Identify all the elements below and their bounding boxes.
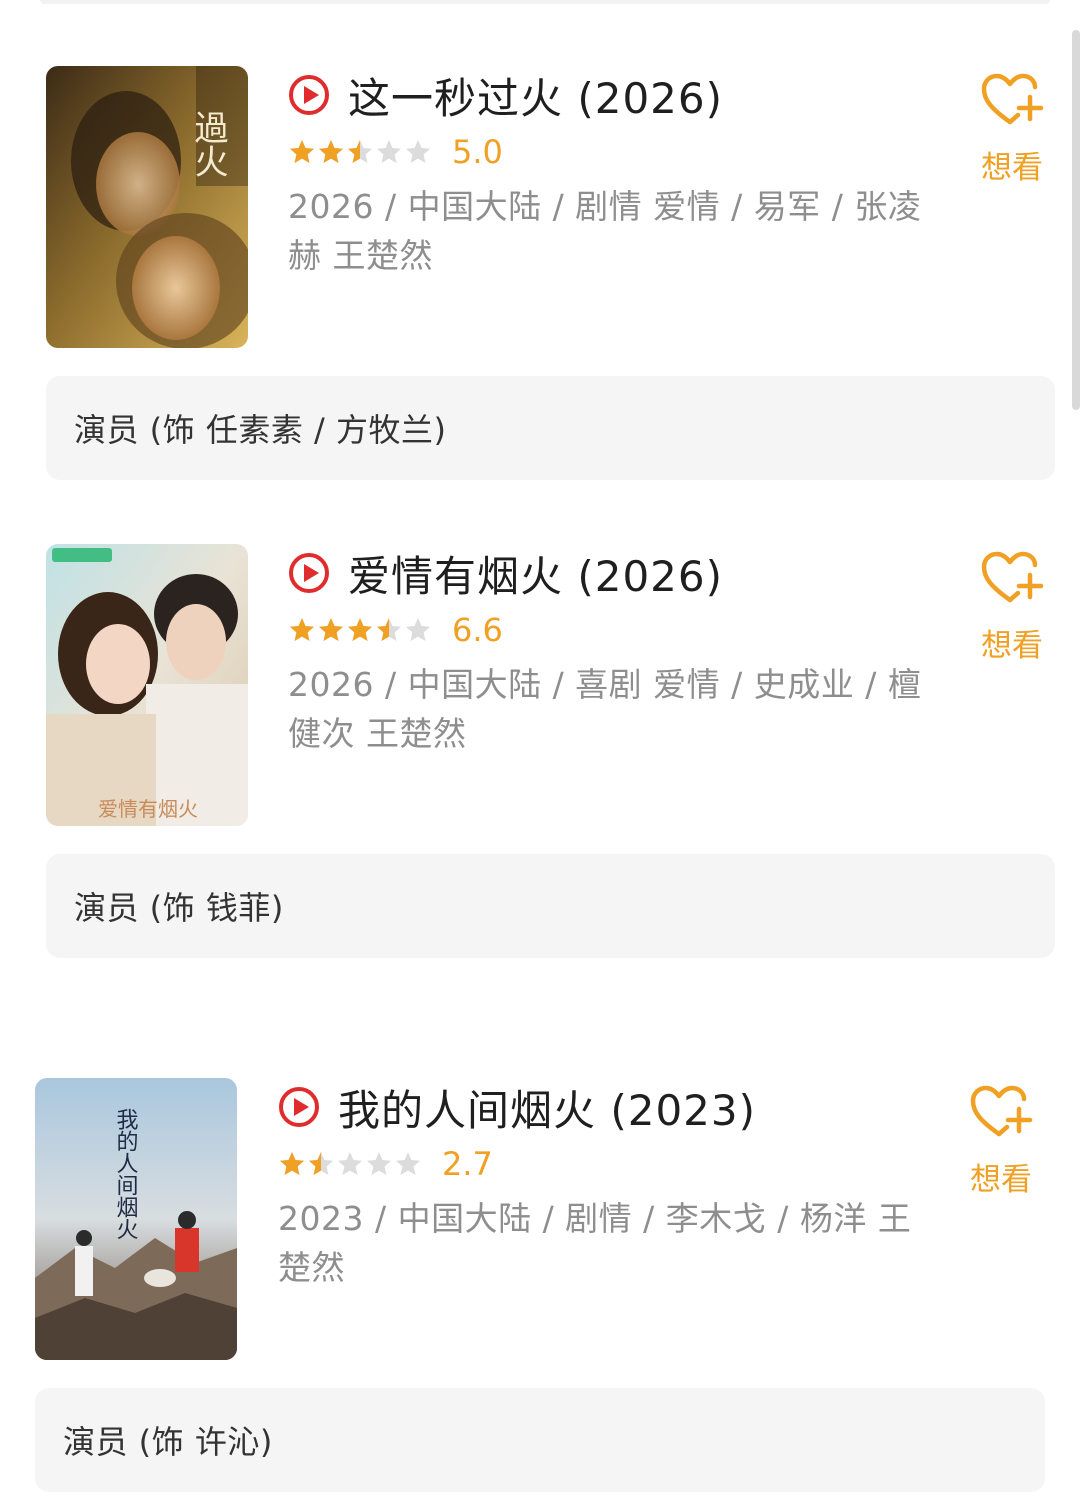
want-to-watch-button[interactable]: 想看 (961, 1084, 1041, 1199)
rating-score: 5.0 (452, 133, 503, 171)
movie-info: 这一秒过火 (2026) 5.0 2026 / 中国大陆 / 剧情 爱情 / 易… (288, 66, 928, 280)
star-half-icon (377, 618, 401, 641)
star-full-icon (319, 618, 343, 641)
movie-title[interactable]: 这一秒过火 (2026) (348, 65, 723, 126)
movie-info: 我的人间烟火 (2023) 2.7 2023 / 中国大陆 / 剧情 / 李木戈… (278, 1078, 918, 1292)
want-to-watch-button[interactable]: 想看 (972, 550, 1052, 665)
heart-plus-icon (970, 1085, 1033, 1137)
role-text: 演员 (饰 钱菲) (74, 889, 284, 927)
play-icon[interactable] (288, 74, 330, 116)
role-text: 演员 (饰 任素素 / 方牧兰) (74, 411, 447, 449)
movie-info: 爱情有烟火 (2026) 6.6 2026 / 中国大陆 / 喜剧 爱情 / 史… (288, 544, 928, 758)
role-info[interactable]: 演员 (饰 钱菲) (46, 854, 1055, 958)
star-full-icon (319, 140, 343, 163)
scrollbar[interactable] (1072, 30, 1080, 410)
want-to-watch-button[interactable]: 想看 (972, 72, 1052, 187)
role-info[interactable]: 演员 (饰 任素素 / 方牧兰) (46, 376, 1055, 480)
previous-card-edge (40, 0, 1050, 4)
play-icon[interactable] (278, 1086, 320, 1128)
poster-title-text: 過火 (188, 110, 228, 178)
poster-image: 過火 (46, 66, 248, 348)
poster-title-text: 爱情有烟火 (98, 797, 198, 821)
star-empty-icon (367, 1152, 391, 1175)
star-empty-icon (396, 1152, 420, 1175)
movie-poster[interactable]: 爱情有烟火 (46, 544, 248, 826)
rating-score: 6.6 (452, 611, 503, 649)
star-half-icon (348, 140, 372, 163)
heart-plus-icon (981, 73, 1044, 125)
want-to-watch-label: 想看 (981, 150, 1043, 186)
rating-score: 2.7 (442, 1145, 493, 1183)
want-to-watch-label: 想看 (981, 628, 1043, 664)
poster-image: 爱情有烟火 (46, 544, 248, 826)
heart-plus-icon (981, 551, 1044, 603)
star-rating (288, 616, 438, 644)
want-to-watch-label: 想看 (970, 1162, 1032, 1198)
poster-image: 我的人间烟火 (35, 1078, 237, 1360)
movie-meta: 2026 / 中国大陆 / 剧情 爱情 / 易军 / 张凌赫 王楚然 (288, 187, 922, 275)
star-full-icon (348, 618, 372, 641)
movie-list-page: 過火 这一秒过火 (2026) 5.0 2026 / 中国大陆 / 剧情 爱情 … (0, 0, 1080, 1496)
star-full-icon (290, 140, 314, 163)
star-full-icon (290, 618, 314, 641)
role-text: 演员 (饰 许沁) (63, 1423, 273, 1461)
star-rating (288, 138, 438, 166)
star-empty-icon (377, 140, 401, 163)
star-rating (278, 1150, 428, 1178)
movie-title[interactable]: 爱情有烟火 (2026) (348, 543, 723, 604)
star-full-icon (280, 1152, 304, 1175)
star-empty-icon (338, 1152, 362, 1175)
poster-title-text: 我的人间烟火 (113, 1108, 139, 1240)
movie-poster[interactable]: 我的人间烟火 (35, 1078, 237, 1360)
movie-meta: 2026 / 中国大陆 / 喜剧 爱情 / 史成业 / 檀健次 王楚然 (288, 665, 922, 753)
role-info[interactable]: 演员 (饰 许沁) (35, 1388, 1045, 1492)
movie-poster[interactable]: 過火 (46, 66, 248, 348)
movie-meta: 2023 / 中国大陆 / 剧情 / 李木戈 / 杨洋 王楚然 (278, 1199, 912, 1287)
star-empty-icon (406, 618, 430, 641)
star-empty-icon (406, 140, 430, 163)
play-icon[interactable] (288, 552, 330, 594)
movie-title[interactable]: 我的人间烟火 (2023) (338, 1077, 756, 1138)
star-half-icon (309, 1152, 333, 1175)
